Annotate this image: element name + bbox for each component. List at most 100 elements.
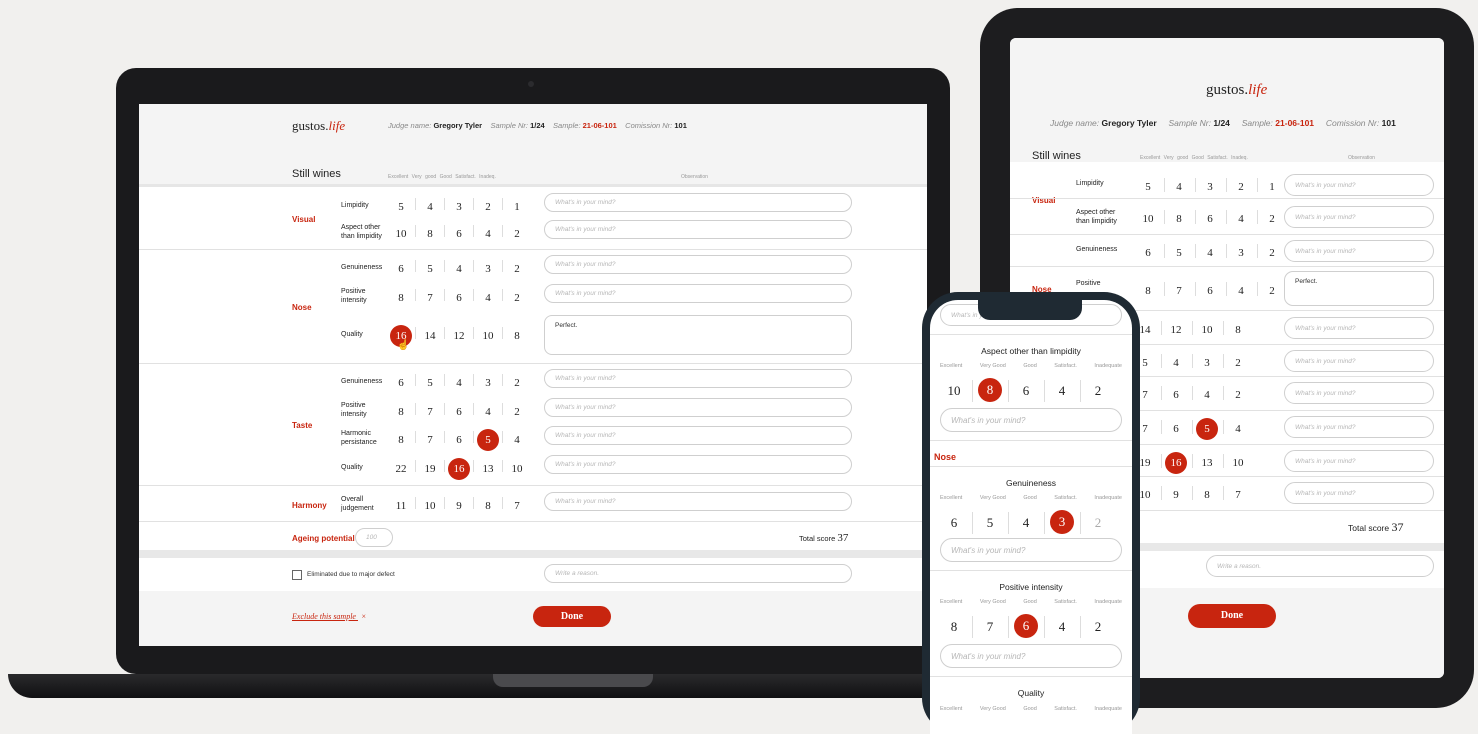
- laptop-done-button[interactable]: Done: [533, 606, 611, 627]
- laptop-score-nose_positive-4[interactable]: 2: [506, 292, 528, 304]
- laptop-score-nose_quality-1[interactable]: 14: [419, 330, 441, 342]
- laptop-score-nose_genuineness-4[interactable]: 2: [506, 263, 528, 275]
- phone-gen-score-3[interactable]: 3: [1050, 510, 1074, 534]
- phone-aspect-score-0[interactable]: 10: [942, 383, 966, 399]
- phone-gen-score-0[interactable]: 6: [942, 515, 966, 531]
- tablet-score-nose_genuineness-2[interactable]: 4: [1199, 247, 1221, 259]
- tablet-score-visual_aspect-4[interactable]: 2: [1261, 213, 1283, 225]
- laptop-score-visual_limpidity-3[interactable]: 2: [477, 201, 499, 213]
- laptop-score-taste_positive-2[interactable]: 6: [448, 406, 470, 418]
- tablet-score-nose_genuineness-1[interactable]: 5: [1168, 247, 1190, 259]
- tablet-score-taste_positive-2[interactable]: 6: [1165, 389, 1187, 401]
- laptop-score-visual_aspect-2[interactable]: 6: [448, 228, 470, 240]
- laptop-score-nose_genuineness-1[interactable]: 5: [419, 263, 441, 275]
- phone-pos-score-1[interactable]: 7: [978, 619, 1002, 635]
- tablet-score-nose_positive-4[interactable]: 2: [1261, 285, 1283, 297]
- laptop-observation-nose_genuineness[interactable]: What's in your mind?: [544, 255, 852, 274]
- laptop-observation-taste_harmonic[interactable]: What's in your mind?: [544, 426, 852, 445]
- tablet-observation-taste_quality[interactable]: What's in your mind?: [1284, 450, 1434, 472]
- laptop-score-nose_positive-3[interactable]: 4: [477, 292, 499, 304]
- tablet-score-taste_harmonic-2[interactable]: 6: [1165, 423, 1187, 435]
- laptop-ageing-input[interactable]: 100: [355, 528, 393, 547]
- laptop-score-visual_limpidity-0[interactable]: 5: [390, 201, 412, 213]
- close-icon[interactable]: ×: [361, 612, 366, 621]
- laptop-score-taste_genuineness-0[interactable]: 6: [390, 377, 412, 389]
- laptop-observation-nose_quality[interactable]: Perfect.: [544, 315, 852, 355]
- laptop-score-nose_quality-2[interactable]: 12: [448, 330, 470, 342]
- laptop-score-taste_harmonic-2[interactable]: 6: [448, 434, 470, 446]
- laptop-score-visual_limpidity-1[interactable]: 4: [419, 201, 441, 213]
- tablet-score-taste_harmonic-3[interactable]: 5: [1196, 418, 1218, 440]
- laptop-observation-visual_aspect[interactable]: What's in your mind?: [544, 220, 852, 239]
- laptop-score-visual_limpidity-2[interactable]: 3: [448, 201, 470, 213]
- laptop-score-taste_positive-0[interactable]: 8: [390, 406, 412, 418]
- tablet-score-nose_positive-1[interactable]: 7: [1168, 285, 1190, 297]
- laptop-observation-taste_quality[interactable]: What's in your mind?: [544, 455, 852, 474]
- laptop-reason-input[interactable]: Write a reason.: [544, 564, 852, 583]
- laptop-score-taste_harmonic-4[interactable]: 4: [506, 434, 528, 446]
- laptop-score-visual_limpidity-4[interactable]: 1: [506, 201, 528, 213]
- phone-aspect-score-2[interactable]: 6: [1014, 383, 1038, 399]
- laptop-score-taste_positive-1[interactable]: 7: [419, 406, 441, 418]
- laptop-score-visual_aspect-3[interactable]: 4: [477, 228, 499, 240]
- phone-genuineness-input[interactable]: What's in your mind?: [940, 538, 1122, 562]
- laptop-score-nose_genuineness-0[interactable]: 6: [390, 263, 412, 275]
- tablet-score-nose_quality-3[interactable]: 10: [1196, 324, 1218, 336]
- phone-pos-score-0[interactable]: 8: [942, 619, 966, 635]
- tablet-observation-nose_quality[interactable]: What's in your mind?: [1284, 317, 1434, 339]
- laptop-score-nose_quality-3[interactable]: 10: [477, 330, 499, 342]
- tablet-score-visual_aspect-1[interactable]: 8: [1168, 213, 1190, 225]
- laptop-score-taste_quality-0[interactable]: 22: [390, 463, 412, 475]
- tablet-score-taste_genuineness-4[interactable]: 2: [1227, 357, 1249, 369]
- laptop-eliminated-checkbox[interactable]: [292, 570, 302, 580]
- laptop-score-nose_positive-1[interactable]: 7: [419, 292, 441, 304]
- laptop-score-nose_positive-2[interactable]: 6: [448, 292, 470, 304]
- laptop-score-visual_aspect-4[interactable]: 2: [506, 228, 528, 240]
- phone-aspect-input[interactable]: What's in your mind?: [940, 408, 1122, 432]
- tablet-observation-harmony_overall[interactable]: What's in your mind?: [1284, 482, 1434, 504]
- laptop-score-taste_quality-2[interactable]: 16: [448, 458, 470, 480]
- laptop-score-nose_positive-0[interactable]: 8: [390, 292, 412, 304]
- tablet-score-harmony_overall-4[interactable]: 7: [1227, 489, 1249, 501]
- laptop-score-harmony_overall-3[interactable]: 8: [477, 500, 499, 512]
- tablet-score-taste_positive-4[interactable]: 2: [1227, 389, 1249, 401]
- tablet-score-visual_limpidity-2[interactable]: 3: [1199, 181, 1221, 193]
- tablet-score-taste_quality-4[interactable]: 10: [1227, 457, 1249, 469]
- laptop-score-nose_quality-4[interactable]: 8: [506, 330, 528, 342]
- tablet-score-taste_genuineness-3[interactable]: 3: [1196, 357, 1218, 369]
- tablet-observation-filled[interactable]: Perfect.: [1284, 271, 1434, 306]
- tablet-score-harmony_overall-3[interactable]: 8: [1196, 489, 1218, 501]
- laptop-score-taste_harmonic-0[interactable]: 8: [390, 434, 412, 446]
- tablet-score-taste_harmonic-4[interactable]: 4: [1227, 423, 1249, 435]
- phone-gen-score-1[interactable]: 5: [978, 515, 1002, 531]
- laptop-observation-harmony_overall[interactable]: What's in your mind?: [544, 492, 852, 511]
- tablet-score-visual_limpidity-3[interactable]: 2: [1230, 181, 1252, 193]
- laptop-score-nose_genuineness-2[interactable]: 4: [448, 263, 470, 275]
- laptop-observation-taste_genuineness[interactable]: What's in your mind?: [544, 369, 852, 388]
- laptop-score-taste_genuineness-3[interactable]: 3: [477, 377, 499, 389]
- phone-gen-score-4[interactable]: 2: [1086, 515, 1110, 531]
- laptop-score-nose_genuineness-3[interactable]: 3: [477, 263, 499, 275]
- tablet-score-visual_limpidity-0[interactable]: 5: [1137, 181, 1159, 193]
- laptop-observation-taste_positive[interactable]: What's in your mind?: [544, 398, 852, 417]
- phone-aspect-score-3[interactable]: 4: [1050, 383, 1074, 399]
- tablet-score-taste_genuineness-2[interactable]: 4: [1165, 357, 1187, 369]
- tablet-score-visual_aspect-0[interactable]: 10: [1137, 213, 1159, 225]
- tablet-score-taste_quality-2[interactable]: 16: [1165, 452, 1187, 474]
- laptop-score-visual_aspect-1[interactable]: 8: [419, 228, 441, 240]
- tablet-score-taste_positive-3[interactable]: 4: [1196, 389, 1218, 401]
- laptop-score-taste_harmonic-3[interactable]: 5: [477, 429, 499, 451]
- laptop-score-visual_aspect-0[interactable]: 10: [390, 228, 412, 240]
- tablet-score-nose_genuineness-4[interactable]: 2: [1261, 247, 1283, 259]
- tablet-reason-input[interactable]: Write a reason.: [1206, 555, 1434, 577]
- phone-aspect-score-1[interactable]: 8: [978, 378, 1002, 402]
- tablet-score-taste_quality-3[interactable]: 13: [1196, 457, 1218, 469]
- tablet-score-visual_aspect-2[interactable]: 6: [1199, 213, 1221, 225]
- phone-pos-score-2[interactable]: 6: [1014, 614, 1038, 638]
- laptop-score-harmony_overall-0[interactable]: 11: [390, 500, 412, 512]
- tablet-score-visual_limpidity-1[interactable]: 4: [1168, 181, 1190, 193]
- tablet-observation-nose_genuineness[interactable]: What's in your mind?: [1284, 240, 1434, 262]
- laptop-score-taste_positive-3[interactable]: 4: [477, 406, 499, 418]
- laptop-score-taste_quality-4[interactable]: 10: [506, 463, 528, 475]
- phone-positive-input[interactable]: What's in your mind?: [940, 644, 1122, 668]
